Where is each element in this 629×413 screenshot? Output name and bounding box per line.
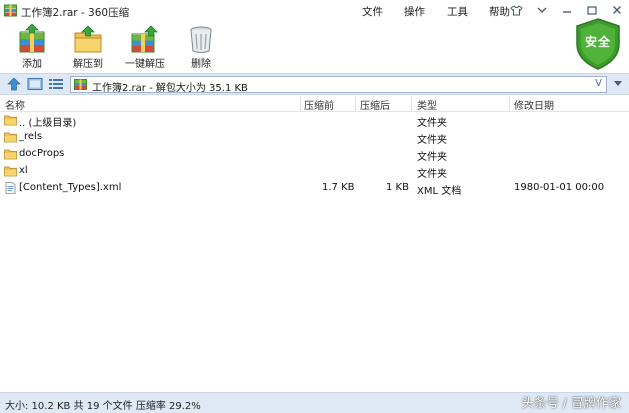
folder-icon [4, 115, 17, 126]
address-path: 工作簿2.rar - 解包大小为 35.1 KB [92, 83, 248, 94]
file-name: _rels [19, 131, 43, 142]
folder-icon [4, 132, 17, 143]
add-label: 添加 [22, 59, 42, 70]
minimize-icon [562, 11, 571, 13]
thumbnail-view-icon[interactable] [27, 77, 43, 91]
maximize-button[interactable] [579, 0, 604, 20]
list-item[interactable]: _rels 文件夹 [0, 129, 629, 146]
file-type: 文件夹 [417, 169, 447, 180]
trash-icon [190, 26, 212, 53]
file-name: xl [19, 165, 28, 176]
column-header-modified[interactable]: 修改日期 [514, 97, 554, 112]
main-toolbar: 添加 解压到 一键解压 删除 [0, 22, 629, 72]
add-button[interactable]: 添加 [8, 22, 56, 70]
list-header: 名称 压缩前 压缩后 类型 修改日期 [0, 95, 629, 112]
security-shield[interactable]: 安全 [575, 18, 621, 70]
add-archive-icon [19, 24, 45, 53]
triangle-down-icon [614, 81, 622, 86]
folder-icon [4, 149, 17, 160]
maximize-icon [586, 5, 597, 15]
extract-to-label: 解压到 [73, 59, 103, 70]
file-size-before: 1.7 KB [322, 182, 355, 193]
window-title: 工作簿2.rar - 360压缩 [21, 7, 130, 19]
chevron-down-icon [537, 7, 546, 13]
skin-button[interactable] [504, 0, 529, 20]
folder-icon [4, 166, 17, 177]
list-item[interactable]: docProps 文件夹 [0, 146, 629, 163]
column-divider[interactable] [509, 96, 510, 111]
minimize-button[interactable] [554, 0, 579, 20]
list-item[interactable]: [Content_Types].xml 1.7 KB 1 KB XML 文档 1… [0, 180, 629, 197]
delete-label: 删除 [191, 59, 211, 70]
file-name: [Content_Types].xml [19, 182, 122, 193]
file-type: 文件夹 [417, 135, 447, 146]
file-name: .. (上级目录) [19, 118, 77, 129]
close-icon [612, 6, 621, 14]
list-item[interactable]: .. (上级目录) 文件夹 [0, 112, 629, 129]
column-header-name[interactable]: 名称 [5, 97, 25, 112]
archive-icon [74, 79, 87, 90]
one-click-extract-button[interactable]: 一键解压 [121, 22, 169, 70]
close-button[interactable] [604, 0, 629, 20]
address-history-toggle[interactable]: V [595, 78, 602, 89]
shirt-icon [510, 4, 523, 15]
file-modified: 1980-01-01 00:00 [514, 182, 605, 193]
address-field[interactable]: 工作簿2.rar - 解包大小为 35.1 KB V [70, 76, 607, 94]
column-divider[interactable] [355, 96, 356, 111]
one-click-extract-icon [131, 25, 158, 53]
file-list: 名称 压缩前 压缩后 类型 修改日期 .. (上级目录) 文件夹 _rels 文… [0, 95, 629, 392]
file-type: 文件夹 [417, 152, 447, 163]
address-bar-row: 工作簿2.rar - 解包大小为 35.1 KB V [0, 73, 629, 95]
extract-folder-icon [74, 25, 102, 53]
menu-dropdown-button[interactable] [529, 0, 554, 20]
menu-operate[interactable]: 操作 [404, 4, 425, 19]
archive-app-icon [4, 4, 17, 17]
menu-file[interactable]: 文件 [362, 4, 383, 19]
up-arrow-icon[interactable] [6, 77, 22, 91]
menu-tools[interactable]: 工具 [447, 4, 468, 19]
watermark: 头条号 / 冒牌作家 [521, 395, 621, 410]
xml-file-icon [5, 182, 16, 194]
file-type: 文件夹 [417, 118, 447, 129]
one-click-extract-label: 一键解压 [125, 59, 165, 70]
file-name: docProps [19, 148, 65, 159]
column-header-size-before[interactable]: 压缩前 [304, 97, 334, 112]
column-header-type[interactable]: 类型 [417, 97, 437, 112]
file-type: XML 文档 [417, 186, 462, 197]
column-header-size-after[interactable]: 压缩后 [360, 97, 390, 112]
column-divider[interactable] [411, 96, 412, 111]
column-divider[interactable] [300, 96, 301, 111]
title-bar: 工作簿2.rar - 360压缩 文件 操作 工具 帮助 [0, 0, 629, 22]
delete-button[interactable]: 删除 [177, 22, 225, 70]
shield-label: 安全 [584, 35, 611, 49]
list-view-icon[interactable] [48, 77, 64, 91]
extract-to-button[interactable]: 解压到 [64, 22, 112, 70]
file-size-after: 1 KB [386, 182, 409, 193]
list-item[interactable]: xl 文件夹 [0, 163, 629, 180]
address-dropdown-button[interactable] [611, 77, 625, 92]
status-text: 大小: 10.2 KB 共 19 个文件 压缩率 29.2% [5, 401, 201, 412]
